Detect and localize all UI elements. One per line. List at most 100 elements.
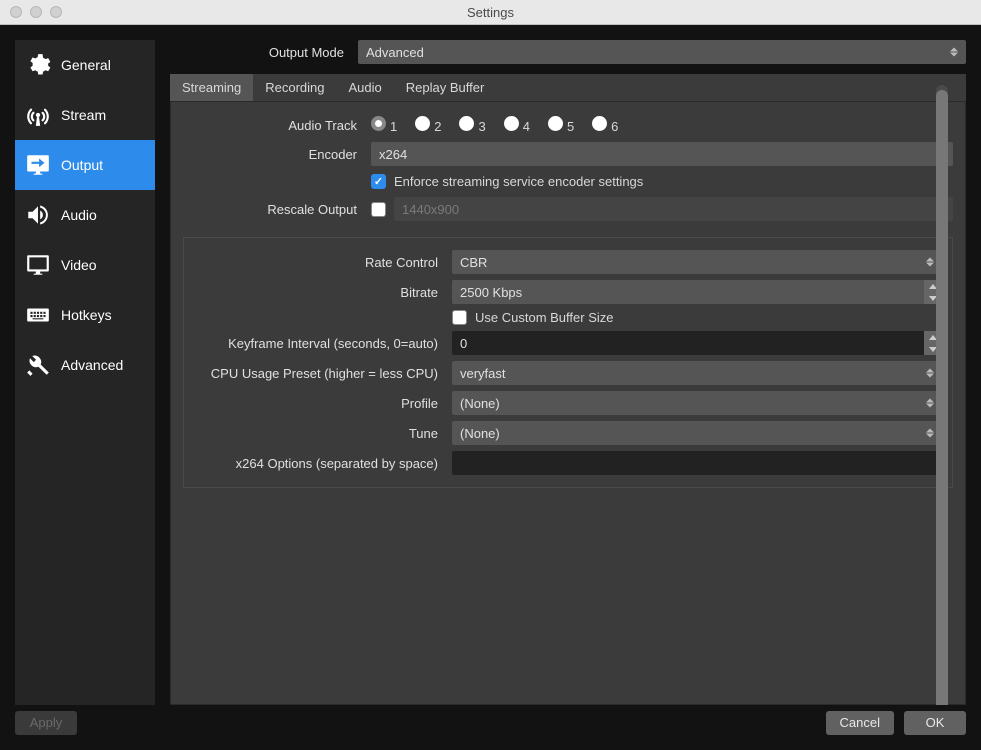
gear-icon	[25, 52, 51, 78]
antenna-icon	[25, 102, 51, 128]
cancel-button[interactable]: Cancel	[826, 711, 894, 735]
speaker-icon	[25, 202, 51, 228]
tune-value: (None)	[460, 426, 500, 441]
sidebar-item-label: Video	[61, 257, 97, 273]
rate-control-value: CBR	[460, 255, 487, 270]
radio-label: 4	[523, 119, 530, 134]
tab-recording[interactable]: Recording	[253, 74, 336, 101]
chevron-updown-icon	[950, 48, 958, 57]
audio-track-label: Audio Track	[183, 118, 363, 133]
radio-label: 6	[611, 119, 618, 134]
tab-replay-buffer[interactable]: Replay Buffer	[394, 74, 497, 101]
tune-label: Tune	[194, 426, 444, 441]
encoder-settings-group: Rate Control CBR Bitrate 2500 Kbps	[183, 237, 953, 488]
tab-audio[interactable]: Audio	[337, 74, 394, 101]
close-dot[interactable]	[10, 6, 22, 18]
chevron-updown-icon	[926, 369, 934, 378]
encoder-row: Encoder x264	[183, 142, 953, 166]
encoder-label: Encoder	[183, 147, 363, 162]
profile-select[interactable]: (None)	[452, 391, 942, 415]
cpu-preset-select[interactable]: veryfast	[452, 361, 942, 385]
rescale-checkbox[interactable]	[371, 202, 386, 217]
radio-track-2[interactable]	[415, 116, 430, 131]
sidebar-item-video[interactable]: Video	[15, 240, 155, 290]
x264-opts-label: x264 Options (separated by space)	[194, 456, 444, 471]
rescale-row: Rescale Output 1440x900	[183, 197, 953, 221]
radio-label: 5	[567, 119, 574, 134]
zoom-dot[interactable]	[50, 6, 62, 18]
tools-icon	[25, 352, 51, 378]
custom-buffer-row: Use Custom Buffer Size	[194, 310, 942, 325]
rate-control-select[interactable]: CBR	[452, 250, 942, 274]
radio-track-5[interactable]	[548, 116, 563, 131]
sidebar-item-stream[interactable]: Stream	[15, 90, 155, 140]
cpu-preset-row: CPU Usage Preset (higher = less CPU) ver…	[194, 361, 942, 385]
output-mode-label: Output Mode	[170, 45, 350, 60]
output-mode-select[interactable]: Advanced	[358, 40, 966, 64]
streaming-panel: Audio Track 1 2 3 4 5 6 Encoder x264	[170, 102, 966, 705]
scrollbar[interactable]	[936, 85, 948, 705]
keyframe-row: Keyframe Interval (seconds, 0=auto) 0	[194, 331, 942, 355]
tune-select[interactable]: (None)	[452, 421, 942, 445]
enforce-checkbox[interactable]	[371, 174, 386, 189]
x264-opts-input[interactable]	[452, 451, 942, 475]
sidebar-item-label: Audio	[61, 207, 97, 223]
sidebar-item-general[interactable]: General	[15, 40, 155, 90]
sidebar-item-output[interactable]: Output	[15, 140, 155, 190]
main-panel: Output Mode Advanced Streaming Recording…	[170, 40, 966, 705]
ok-button[interactable]: OK	[904, 711, 966, 735]
radio-track-1[interactable]	[371, 116, 386, 131]
radio-label: 2	[434, 119, 441, 134]
enforce-row: Enforce streaming service encoder settin…	[183, 174, 953, 189]
sidebar-item-label: Advanced	[61, 357, 123, 373]
x264-opts-row: x264 Options (separated by space)	[194, 451, 942, 475]
sidebar-item-hotkeys[interactable]: Hotkeys	[15, 290, 155, 340]
radio-label: 3	[478, 119, 485, 134]
chevron-updown-icon	[926, 399, 934, 408]
bitrate-value: 2500 Kbps	[460, 285, 522, 300]
rescale-select[interactable]: 1440x900	[394, 197, 953, 221]
tab-bar: Streaming Recording Audio Replay Buffer	[170, 74, 966, 102]
bitrate-row: Bitrate 2500 Kbps	[194, 280, 942, 304]
profile-row: Profile (None)	[194, 391, 942, 415]
profile-label: Profile	[194, 396, 444, 411]
tab-streaming[interactable]: Streaming	[170, 74, 253, 101]
sidebar-item-label: Hotkeys	[61, 307, 112, 323]
cpu-preset-value: veryfast	[460, 366, 506, 381]
monitor-icon	[25, 252, 51, 278]
audio-track-row: Audio Track 1 2 3 4 5 6	[183, 116, 953, 134]
rate-control-row: Rate Control CBR	[194, 250, 942, 274]
keyframe-label: Keyframe Interval (seconds, 0=auto)	[194, 336, 444, 351]
enforce-label: Enforce streaming service encoder settin…	[394, 174, 643, 189]
sidebar-item-label: Output	[61, 157, 103, 173]
window-controls	[0, 6, 62, 18]
radio-track-4[interactable]	[504, 116, 519, 131]
keyframe-input[interactable]: 0	[452, 331, 942, 355]
rescale-value: 1440x900	[402, 202, 459, 217]
minimize-dot[interactable]	[30, 6, 42, 18]
monitor-arrow-icon	[25, 152, 51, 178]
sidebar-item-advanced[interactable]: Advanced	[15, 340, 155, 390]
radio-track-3[interactable]	[459, 116, 474, 131]
tune-row: Tune (None)	[194, 421, 942, 445]
rescale-label: Rescale Output	[183, 202, 363, 217]
sidebar-item-audio[interactable]: Audio	[15, 190, 155, 240]
custom-buffer-checkbox[interactable]	[452, 310, 467, 325]
titlebar: Settings	[0, 0, 981, 25]
custom-buffer-label: Use Custom Buffer Size	[475, 310, 613, 325]
keyboard-icon	[25, 302, 51, 328]
scrollbar-thumb[interactable]	[936, 90, 948, 705]
bitrate-input[interactable]: 2500 Kbps	[452, 280, 942, 304]
rate-control-label: Rate Control	[194, 255, 444, 270]
radio-label: 1	[390, 119, 397, 134]
bitrate-label: Bitrate	[194, 285, 444, 300]
keyframe-value: 0	[460, 336, 467, 351]
sidebar-item-label: General	[61, 57, 111, 73]
profile-value: (None)	[460, 396, 500, 411]
cpu-preset-label: CPU Usage Preset (higher = less CPU)	[194, 366, 444, 381]
sidebar: General Stream Output Audio Video Hotkey…	[15, 40, 155, 705]
apply-button[interactable]: Apply	[15, 711, 77, 735]
chevron-updown-icon	[926, 429, 934, 438]
encoder-select[interactable]: x264	[371, 142, 953, 166]
radio-track-6[interactable]	[592, 116, 607, 131]
